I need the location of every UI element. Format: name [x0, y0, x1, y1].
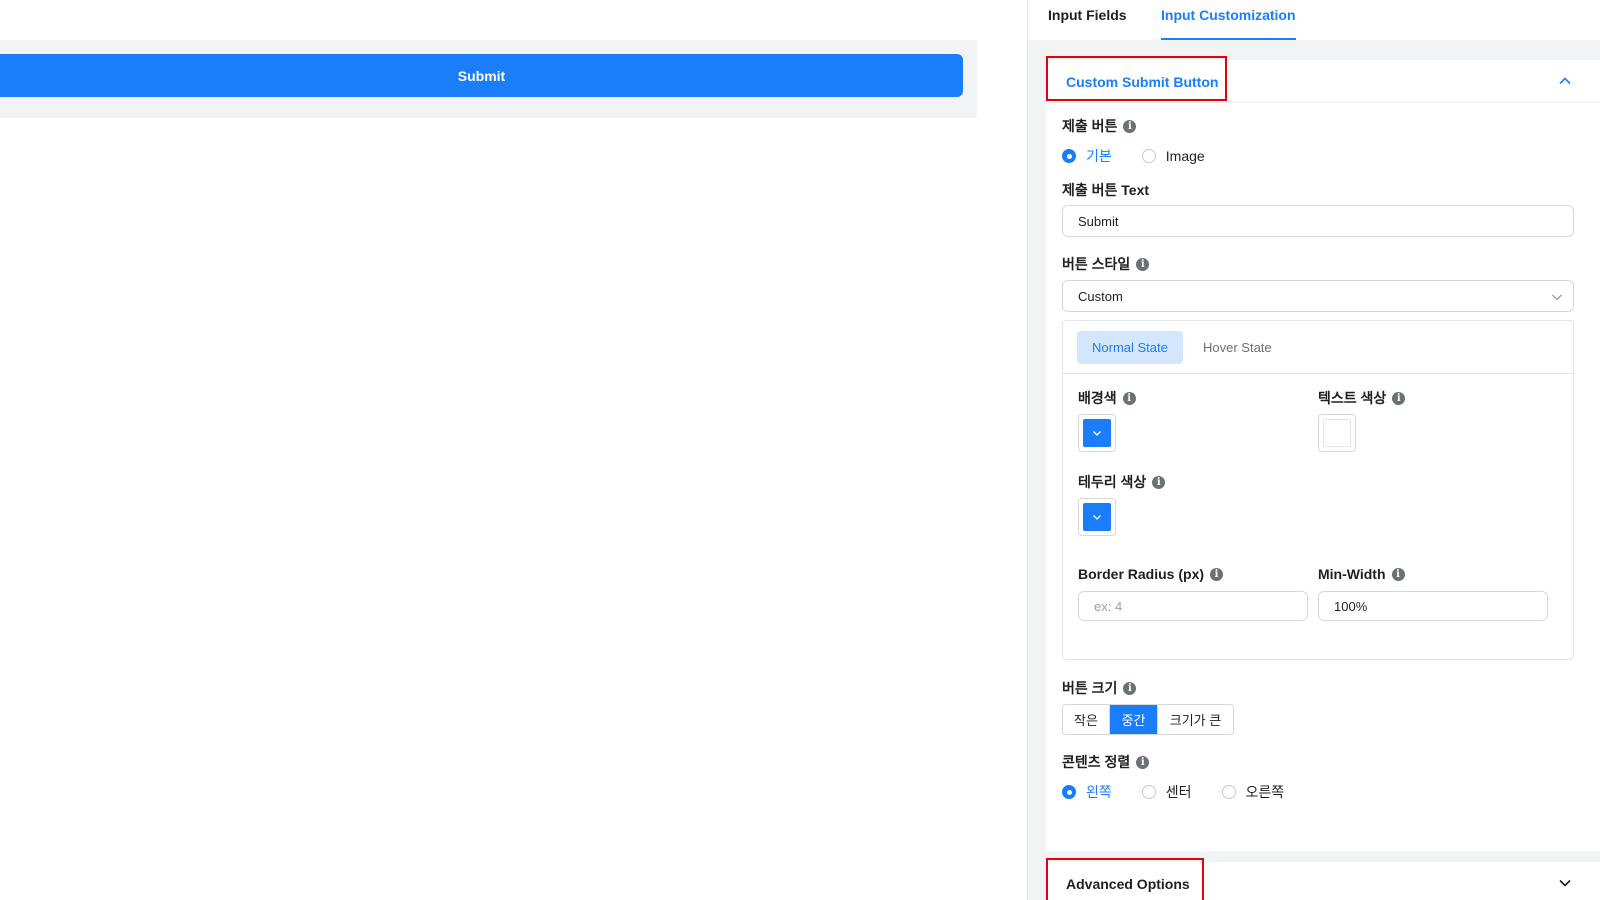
- settings-tabs: Input Fields Input Customization: [1028, 0, 1600, 40]
- tab-input-fields[interactable]: Input Fields: [1048, 6, 1127, 40]
- text-color-picker[interactable]: [1318, 414, 1356, 452]
- radio-default-label[interactable]: 기본: [1086, 146, 1112, 166]
- min-width-label: Min-Width i: [1318, 566, 1405, 582]
- chevron-up-icon[interactable]: [1558, 74, 1572, 88]
- radio-align-right[interactable]: [1221, 785, 1236, 799]
- border-radius-input[interactable]: ex: 4: [1078, 591, 1308, 621]
- button-size-label: 버튼 크기 i: [1062, 678, 1137, 698]
- info-icon[interactable]: i: [1152, 475, 1166, 489]
- highlight-box: [1046, 858, 1204, 900]
- button-size-group: 작은 중간 크기가 큰: [1062, 704, 1234, 735]
- info-icon[interactable]: i: [1123, 119, 1137, 133]
- border-color-label: 테두리 색상 i: [1078, 472, 1166, 492]
- chevron-down-icon: [1552, 294, 1562, 301]
- submit-text-input[interactable]: Submit: [1062, 205, 1574, 237]
- content-align-radios: 왼쪽 센터 오른쪽: [1062, 782, 1314, 802]
- settings-panel: Input Fields Input Customization Custom …: [1028, 0, 1600, 900]
- border-color-swatch: [1083, 503, 1111, 531]
- highlight-box: [1046, 56, 1227, 101]
- radio-image[interactable]: [1141, 149, 1156, 163]
- submit-type-label: 제출 버튼 i: [1062, 116, 1137, 136]
- text-color-swatch: [1323, 419, 1351, 447]
- submit-type-radios: 기본 Image: [1062, 146, 1235, 166]
- radio-align-left-label[interactable]: 왼쪽: [1086, 782, 1112, 802]
- submit-text-label: 제출 버튼 Text: [1062, 182, 1150, 198]
- tab-hover-state[interactable]: Hover State: [1188, 331, 1287, 364]
- info-icon[interactable]: i: [1391, 567, 1405, 581]
- min-width-input[interactable]: 100%: [1318, 591, 1548, 621]
- info-icon[interactable]: i: [1136, 257, 1150, 271]
- info-icon[interactable]: i: [1122, 391, 1136, 405]
- bg-color-label: 배경색 i: [1078, 388, 1136, 408]
- chevron-down-icon[interactable]: [1558, 876, 1572, 890]
- button-style-value: Custom: [1078, 288, 1123, 304]
- advanced-options-card[interactable]: Advanced Options: [1046, 858, 1600, 900]
- content-align-label: 콘텐츠 정렬 i: [1062, 752, 1150, 772]
- button-style-label: 버튼 스타일 i: [1062, 254, 1150, 274]
- state-tabs: Normal State Hover State: [1063, 321, 1573, 374]
- radio-align-center[interactable]: [1141, 785, 1156, 799]
- bg-color-picker[interactable]: [1078, 414, 1116, 452]
- state-settings-box: Normal State Hover State 배경색 i 텍스트 색상 i: [1062, 320, 1574, 660]
- bg-color-swatch: [1083, 419, 1111, 447]
- info-icon[interactable]: i: [1210, 567, 1224, 581]
- border-color-picker[interactable]: [1078, 498, 1116, 536]
- info-icon[interactable]: i: [1392, 391, 1406, 405]
- size-large-button[interactable]: 크기가 큰: [1157, 705, 1233, 734]
- border-radius-label: Border Radius (px) i: [1078, 566, 1224, 582]
- info-icon[interactable]: i: [1136, 755, 1150, 769]
- tab-input-customization[interactable]: Input Customization: [1161, 6, 1296, 40]
- custom-submit-card: Custom Submit Button 제출 버튼 i 기본 Image 제출…: [1046, 56, 1600, 851]
- radio-align-left[interactable]: [1062, 785, 1076, 799]
- radio-align-right-label[interactable]: 오른쪽: [1246, 782, 1285, 802]
- button-style-select[interactable]: Custom: [1062, 280, 1574, 312]
- preview-submit-button[interactable]: Submit: [0, 54, 963, 97]
- tab-normal-state[interactable]: Normal State: [1077, 331, 1183, 364]
- radio-align-center-label[interactable]: 센터: [1166, 782, 1192, 802]
- chevron-down-icon: [1093, 515, 1101, 520]
- text-color-label: 텍스트 색상 i: [1318, 388, 1406, 408]
- info-icon[interactable]: i: [1123, 681, 1137, 695]
- size-medium-button[interactable]: 중간: [1110, 705, 1157, 734]
- chevron-down-icon: [1093, 431, 1101, 436]
- size-small-button[interactable]: 작은: [1063, 705, 1110, 734]
- radio-image-label[interactable]: Image: [1166, 148, 1205, 164]
- radio-default[interactable]: [1062, 149, 1076, 163]
